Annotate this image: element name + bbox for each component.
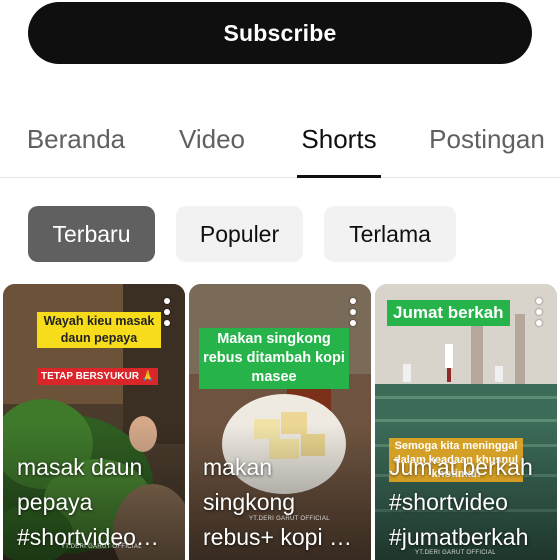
more-options-icon[interactable] [531, 298, 547, 326]
channel-tabs: Beranda Video Shorts Postingan [0, 100, 560, 178]
more-options-icon[interactable] [345, 298, 361, 326]
short-title: masak daun pepaya #shortvideo… [17, 454, 159, 550]
tab-shorts[interactable]: Shorts [294, 100, 384, 178]
watermark: YT.DERI GARUT OFFICIAL [415, 550, 496, 556]
short-title: makan singkong rebus+ kopi … [203, 454, 352, 550]
tab-postingan[interactable]: Postingan [420, 100, 554, 178]
tab-video[interactable]: Video [172, 100, 252, 178]
filter-chip-terlama[interactable]: Terlama [324, 206, 456, 262]
video-caption-overlay: Jumat berkah [387, 300, 510, 326]
short-title: Jum'at berkah #shortvideo #jumatberkah [389, 454, 533, 550]
watermark: YT.DERI GARUT OFFICIAL [61, 544, 142, 550]
subscribe-button[interactable]: Subscribe [28, 2, 532, 64]
active-tab-indicator [297, 175, 381, 178]
video-caption-badge: TETAP BERSYUKUR 🙏 [37, 368, 159, 385]
short-card[interactable]: Makan singkong rebus ditambah kopi masee… [189, 284, 371, 560]
tab-beranda[interactable]: Beranda [20, 100, 132, 178]
filter-chip-populer[interactable]: Populer [176, 206, 303, 262]
short-card[interactable]: Jumat berkah Semoga kita meninggal dalam… [375, 284, 557, 560]
video-caption-overlay: Makan singkong rebus ditambah kopi masee [199, 328, 349, 389]
short-card[interactable]: Wayah kieu masak daun pepaya TETAP BERSY… [3, 284, 185, 560]
more-options-icon[interactable] [159, 298, 175, 326]
filter-chip-terbaru[interactable]: Terbaru [28, 206, 155, 262]
video-caption-overlay: Wayah kieu masak daun pepaya [37, 312, 161, 348]
watermark: YT.DERI GARUT OFFICIAL [249, 516, 330, 522]
